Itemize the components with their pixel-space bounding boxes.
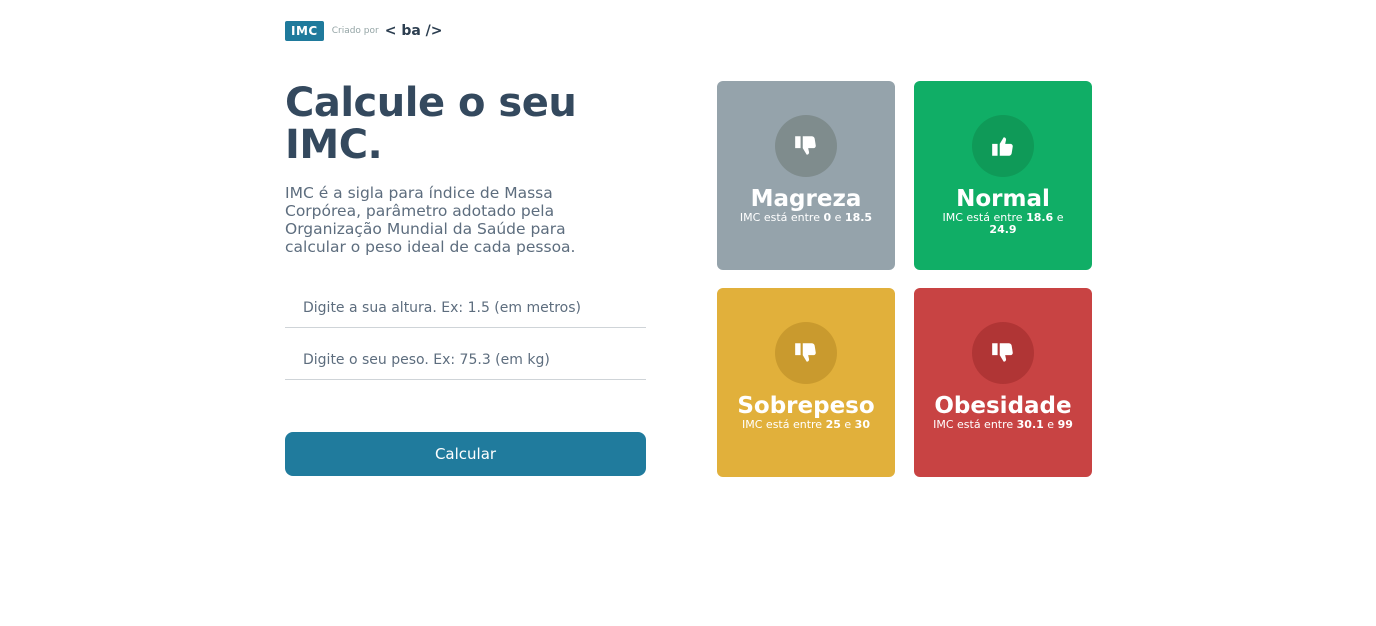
card-range: IMC está entre 18.6 e 24.9	[942, 211, 1064, 236]
created-by-label: Criado por	[331, 26, 379, 36]
thumbs-up-icon	[972, 115, 1034, 177]
card-normal: Normal IMC está entre 18.6 e 24.9	[914, 81, 1092, 270]
card-obesidade: Obesidade IMC está entre 30.1 e 99	[914, 288, 1092, 477]
brand-close: />	[425, 23, 443, 39]
brand-text: ba	[401, 23, 421, 39]
height-input[interactable]	[285, 288, 646, 328]
card-range: IMC está entre 0 e 18.5	[739, 211, 873, 224]
title-line-2: IMC.	[285, 122, 383, 168]
card-title: Obesidade	[934, 393, 1072, 419]
card-title: Normal	[956, 186, 1050, 212]
brand-logo[interactable]: < ba />	[385, 23, 443, 39]
thumbs-down-icon	[775, 322, 837, 384]
card-title: Sobrepeso	[737, 393, 875, 419]
title-line-1: Calcule o seu	[285, 80, 577, 126]
thumbs-down-icon	[972, 322, 1034, 384]
calculator-section: Calcule o seu IMC. IMC é a sigla para ín…	[285, 82, 647, 476]
card-sobrepeso: Sobrepeso IMC está entre 25 e 30	[717, 288, 895, 477]
thumbs-down-icon	[775, 115, 837, 177]
card-magreza: Magreza IMC está entre 0 e 18.5	[717, 81, 895, 270]
calculate-button[interactable]: Calcular	[285, 432, 646, 476]
card-range: IMC está entre 30.1 e 99	[933, 418, 1073, 431]
top-bar: IMC Criado por < ba />	[285, 21, 443, 41]
description: IMC é a sigla para índice de Massa Corpó…	[285, 184, 576, 256]
imc-logo: IMC	[285, 21, 324, 41]
brand-open: <	[384, 23, 397, 39]
card-title: Magreza	[750, 186, 862, 212]
page-title: Calcule o seu IMC.	[285, 82, 647, 166]
weight-input[interactable]	[285, 340, 646, 380]
card-range: IMC está entre 25 e 30	[742, 418, 870, 431]
